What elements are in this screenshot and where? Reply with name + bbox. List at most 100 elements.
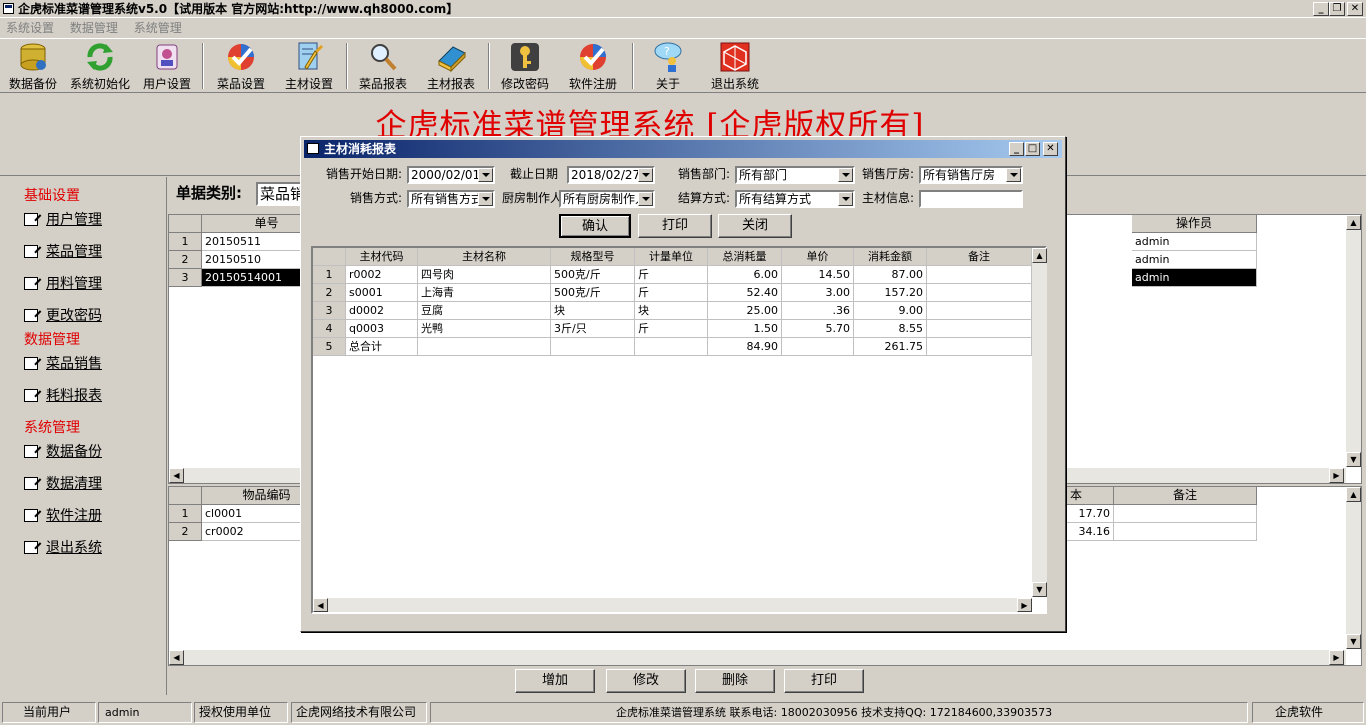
table-cell-price[interactable]	[782, 338, 854, 356]
table-cell-material-name[interactable]: 豆腐	[418, 302, 551, 320]
settle-select[interactable]: 所有结算方式	[735, 190, 855, 208]
toolbar-exit-button[interactable]: 退出系统	[706, 41, 764, 93]
table-cell-price[interactable]: 14.50	[782, 266, 854, 284]
toolbar-about-button[interactable]: ? 关于	[640, 41, 696, 93]
vertical-scrollbar[interactable]	[1346, 487, 1361, 649]
nav-item-data-cleanup[interactable]: 数据清理	[24, 473, 102, 493]
table-cell-unit[interactable]: 块	[635, 302, 708, 320]
nav-item-user-management[interactable]: 用户管理	[24, 209, 102, 229]
menu-data-management[interactable]: 数据管理	[64, 19, 124, 37]
table-cell-remark[interactable]	[927, 320, 1032, 338]
horizontal-scrollbar[interactable]	[169, 650, 1346, 665]
table-cell-material-code[interactable]: d0002	[346, 302, 418, 320]
table-cell-total-qty[interactable]: 52.40	[708, 284, 782, 302]
table-cell-price[interactable]: 5.70	[782, 320, 854, 338]
table-cell-total-qty[interactable]: 6.00	[708, 266, 782, 284]
scroll-down-icon[interactable]: ▼	[1346, 452, 1361, 467]
col-header-total-qty[interactable]: 总消耗量	[708, 248, 782, 266]
toolbar-data-backup-button[interactable]: 数据备份	[4, 41, 62, 93]
table-cell-operator[interactable]: admin	[1132, 233, 1257, 251]
vertical-scrollbar[interactable]	[1346, 215, 1361, 467]
table-cell-remark[interactable]	[927, 266, 1032, 284]
toolbar-dish-report-button[interactable]: 菜品报表	[354, 41, 412, 93]
scroll-left-icon[interactable]: ◀	[169, 468, 184, 483]
table-cell-material-code[interactable]: r0002	[346, 266, 418, 284]
table-cell-total-qty[interactable]: 1.50	[708, 320, 782, 338]
dept-select[interactable]: 所有部门	[735, 166, 855, 184]
col-header-remark[interactable]: 备注	[927, 248, 1032, 266]
scroll-left-icon[interactable]: ◀	[313, 598, 328, 612]
table-cell-remark[interactable]	[927, 284, 1032, 302]
toolbar-system-init-button[interactable]: 系统初始化	[68, 41, 132, 93]
table-cell-remark[interactable]	[927, 338, 1032, 356]
col-header-remark[interactable]: 备注	[1114, 487, 1257, 505]
nav-item-dish-management[interactable]: 菜品管理	[24, 241, 102, 261]
chef-select[interactable]: 所有厨房制作人	[559, 190, 655, 208]
nav-item-consumption-report[interactable]: 耗料报表	[24, 385, 102, 405]
info-input[interactable]	[919, 190, 1023, 208]
scroll-down-icon[interactable]: ▼	[1032, 582, 1047, 597]
toolbar-user-settings-button[interactable]: 用户设置	[138, 41, 196, 93]
nav-item-exit[interactable]: 退出系统	[24, 537, 102, 557]
table-cell-spec[interactable]: 500克/斤	[551, 266, 635, 284]
table-cell-operator[interactable]: admin	[1132, 251, 1257, 269]
chevron-down-icon[interactable]	[638, 192, 653, 206]
menu-system-settings[interactable]: 系统设置	[0, 19, 60, 37]
dialog-minimize-button[interactable]: _	[1009, 142, 1024, 156]
table-cell-amount[interactable]: 9.00	[854, 302, 927, 320]
col-header-price[interactable]: 单价	[782, 248, 854, 266]
table-cell-amount[interactable]: 261.75	[854, 338, 927, 356]
minimize-button[interactable]: _	[1313, 2, 1329, 16]
table-cell-spec[interactable]	[551, 338, 635, 356]
col-header-unit[interactable]: 计量单位	[635, 248, 708, 266]
table-cell-spec[interactable]: 3斤/只	[551, 320, 635, 338]
nav-item-data-backup[interactable]: 数据备份	[24, 441, 102, 461]
table-cell-operator[interactable]: admin	[1132, 269, 1257, 287]
toolbar-material-settings-button[interactable]: 主材设置	[280, 41, 338, 93]
table-cell-amount[interactable]: 157.20	[854, 284, 927, 302]
method-select[interactable]: 所有销售方式	[407, 190, 495, 208]
table-cell-unit[interactable]	[635, 338, 708, 356]
col-header-operator[interactable]: 操作员	[1132, 215, 1257, 233]
col-header-material-name[interactable]: 主材名称	[418, 248, 551, 266]
table-cell-price[interactable]: .36	[782, 302, 854, 320]
table-cell-remark[interactable]	[927, 302, 1032, 320]
table-cell-unit[interactable]: 斤	[635, 320, 708, 338]
scroll-up-icon[interactable]: ▲	[1032, 248, 1047, 263]
table-cell-material-name[interactable]: 四号肉	[418, 266, 551, 284]
nav-item-software-register[interactable]: 软件注册	[24, 505, 102, 525]
table-cell-unit[interactable]: 斤	[635, 284, 708, 302]
table-cell-material-code[interactable]: s0001	[346, 284, 418, 302]
print-button[interactable]: 打印	[784, 669, 864, 693]
chevron-down-icon[interactable]	[478, 168, 493, 182]
toolbar-dish-settings-button[interactable]: 菜品设置	[212, 41, 270, 93]
table-cell-material-name[interactable]	[418, 338, 551, 356]
dialog-print-button[interactable]: 打印	[638, 214, 712, 238]
restore-button[interactable]: ❐	[1329, 2, 1345, 16]
toolbar-change-password-button[interactable]: 修改密码	[496, 41, 554, 93]
table-cell-material-code[interactable]: q0003	[346, 320, 418, 338]
hall-select[interactable]: 所有销售厅房	[919, 166, 1023, 184]
chevron-down-icon[interactable]	[838, 168, 853, 182]
nav-item-change-password[interactable]: 更改密码	[24, 305, 102, 325]
chevron-down-icon[interactable]	[638, 168, 653, 182]
bill-type-select[interactable]: 菜品销	[256, 182, 306, 206]
dialog-close-button[interactable]: ✕	[1043, 142, 1058, 156]
menu-system-management[interactable]: 系统管理	[128, 19, 188, 37]
scroll-right-icon[interactable]: ▶	[1329, 650, 1344, 665]
scroll-up-icon[interactable]: ▲	[1346, 215, 1361, 230]
table-cell-material-code[interactable]: 总合计	[346, 338, 418, 356]
col-header-material-code[interactable]: 主材代码	[346, 248, 418, 266]
dialog-close-text-button[interactable]: 关闭	[718, 214, 792, 238]
col-header-spec[interactable]: 规格型号	[551, 248, 635, 266]
close-button[interactable]: ✕	[1347, 2, 1363, 16]
end-date-picker[interactable]: 2018/02/27	[567, 166, 655, 184]
start-date-picker[interactable]: 2000/02/01	[407, 166, 495, 184]
scroll-down-icon[interactable]: ▼	[1346, 634, 1361, 649]
table-cell-material-name[interactable]: 光鸭	[418, 320, 551, 338]
table-cell-amount[interactable]: 87.00	[854, 266, 927, 284]
toolbar-material-report-button[interactable]: 主材报表	[422, 41, 480, 93]
scroll-right-icon[interactable]: ▶	[1329, 468, 1344, 483]
table-cell-material-name[interactable]: 上海青	[418, 284, 551, 302]
table-cell-remark[interactable]	[1114, 505, 1257, 523]
